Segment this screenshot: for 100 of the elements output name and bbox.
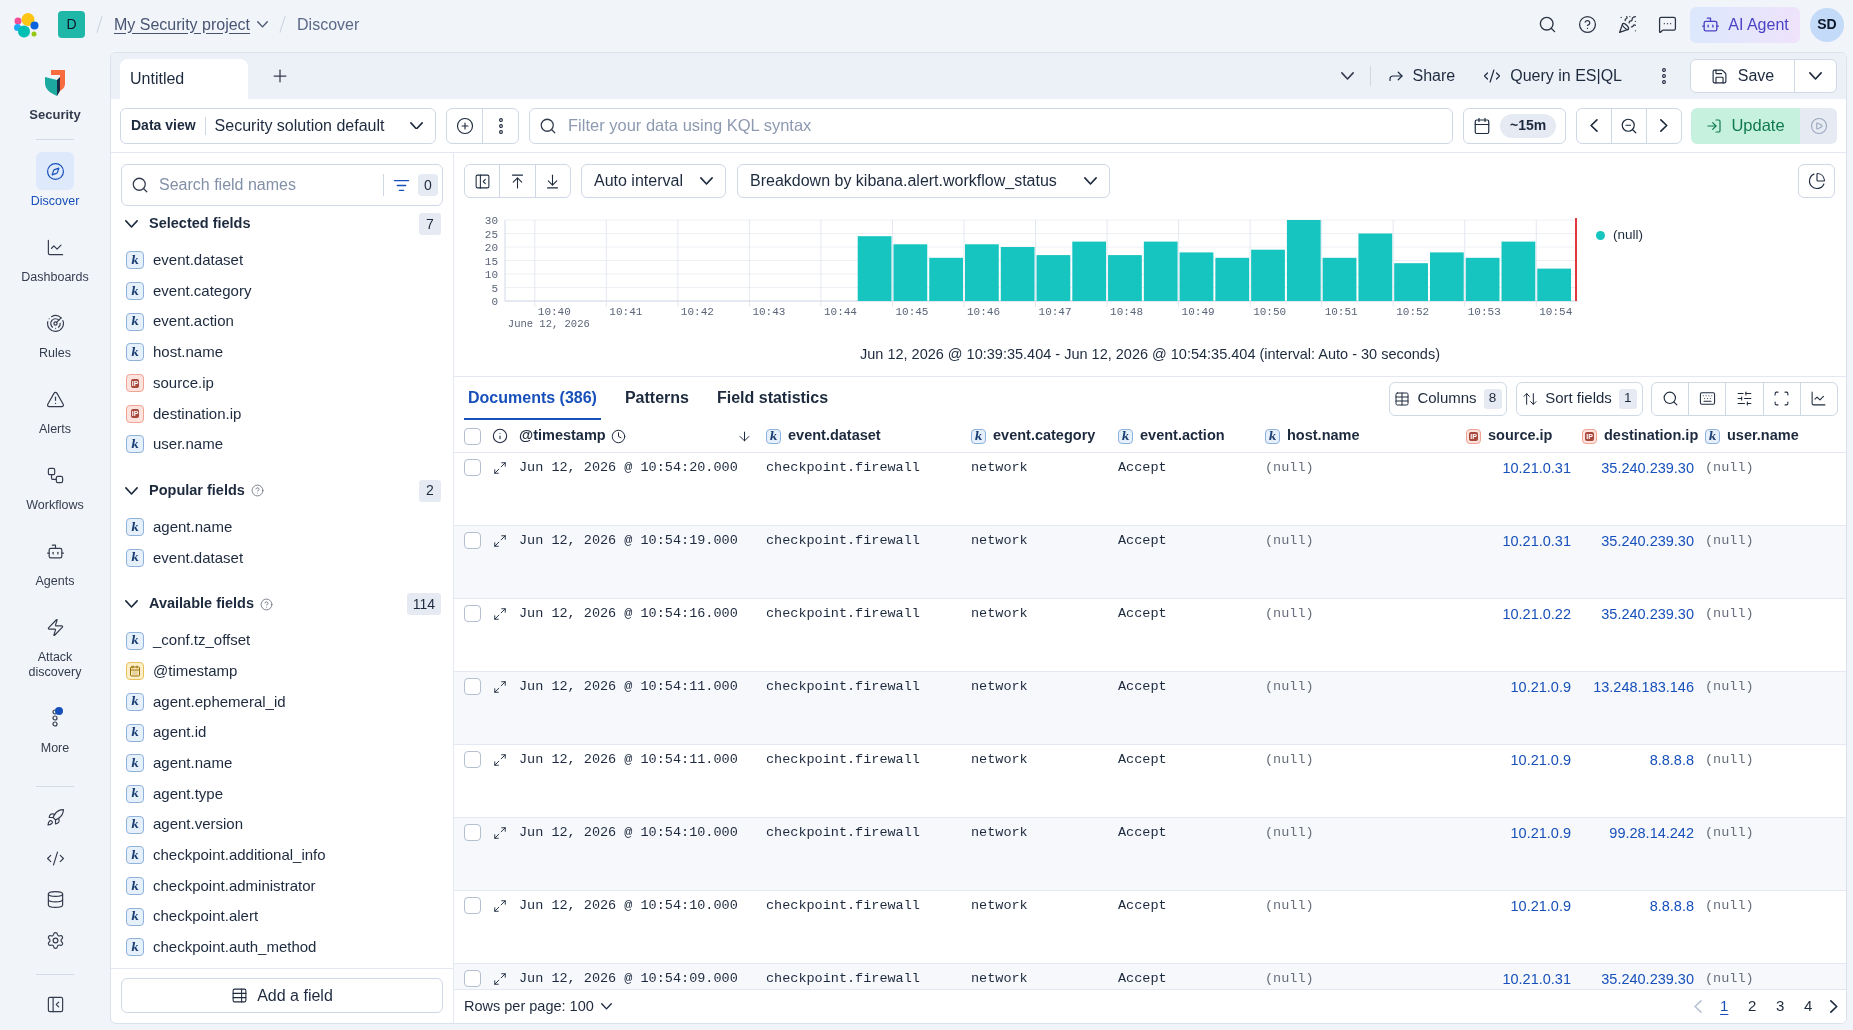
checkbox[interactable] xyxy=(464,605,481,622)
field-item[interactable]: k _conf.tz_offset xyxy=(111,625,453,656)
nav-item[interactable]: Agents xyxy=(13,532,97,589)
field-item[interactable]: k user.name xyxy=(111,429,453,460)
nav-item[interactable]: Workflows xyxy=(13,456,97,513)
collapse-panel-icon[interactable] xyxy=(45,995,65,1014)
field-item[interactable]: k checkpoint.administrator xyxy=(111,870,453,902)
nav-item[interactable]: Alerts xyxy=(13,380,97,437)
help-icon[interactable] xyxy=(1578,15,1597,34)
plus-circle-icon xyxy=(455,116,474,135)
chart-icon xyxy=(45,237,65,257)
column-header[interactable]: k event.action xyxy=(1113,425,1260,447)
add-field-button[interactable]: Add a field xyxy=(121,978,443,1013)
expand-icon[interactable] xyxy=(493,826,507,840)
user-avatar[interactable]: SD xyxy=(1810,7,1844,42)
data-view-select[interactable]: Security solution default xyxy=(214,113,423,138)
field-item[interactable]: @timestamp xyxy=(111,655,453,687)
rocket-icon[interactable] xyxy=(45,808,65,827)
column-header[interactable]: k event.dataset xyxy=(761,425,966,447)
settings-icon[interactable] xyxy=(45,931,65,950)
field-item[interactable]: k agent.type xyxy=(111,778,453,810)
chevron-right-icon[interactable] xyxy=(1830,1000,1838,1013)
field-item[interactable]: k agent.version xyxy=(111,809,453,840)
axis-tick-label: 10:53 xyxy=(1467,306,1501,318)
expand-icon[interactable] xyxy=(493,461,507,475)
update-button[interactable]: Update xyxy=(1691,107,1800,144)
expand-icon[interactable] xyxy=(493,680,507,694)
more-options-icon[interactable] xyxy=(1662,68,1666,84)
chevron-down-icon[interactable] xyxy=(1340,72,1354,80)
field-item[interactable]: k checkpoint.additional_info xyxy=(111,840,453,871)
checkbox[interactable] xyxy=(464,897,481,914)
nav-item[interactable]: Attack discovery xyxy=(13,608,97,680)
checkbox[interactable] xyxy=(464,751,481,768)
field-item[interactable]: k agent.name xyxy=(111,511,453,543)
column-header[interactable]: k event.category xyxy=(966,425,1113,447)
columns-button[interactable]: Columns 8 xyxy=(1389,381,1507,416)
field-item[interactable]: k agent.id xyxy=(111,717,453,748)
expand-icon[interactable] xyxy=(493,972,507,986)
expand-icon[interactable] xyxy=(493,607,507,621)
view-tab[interactable]: Patterns xyxy=(620,377,693,420)
time-range-button[interactable]: ~15m xyxy=(1500,113,1557,138)
page-button[interactable]: 1 xyxy=(1710,995,1739,1018)
field-group-toggle[interactable]: Selected fields xyxy=(125,213,251,235)
field-item[interactable]: k event.dataset xyxy=(111,245,453,276)
nav-item[interactable]: Dashboards xyxy=(13,228,97,285)
expand-icon[interactable] xyxy=(493,534,507,548)
share-button[interactable]: Share xyxy=(1386,64,1456,88)
checkbox[interactable] xyxy=(464,970,481,987)
expand-icon[interactable] xyxy=(493,899,507,913)
info-icon[interactable] xyxy=(492,428,508,444)
breadcrumb-link[interactable]: My Security project xyxy=(114,12,269,37)
document-tab[interactable]: Untitled xyxy=(120,59,248,99)
checkbox[interactable] xyxy=(464,678,481,695)
space-avatar[interactable]: D xyxy=(58,11,85,38)
logo-icon[interactable] xyxy=(13,11,39,38)
field-item[interactable]: k agent.name xyxy=(111,747,453,779)
table-cell-text: Accept xyxy=(1117,824,1168,842)
date-picker[interactable]: ~15m xyxy=(1463,107,1566,144)
view-tab[interactable]: Documents (386) xyxy=(464,377,601,420)
chart-options-button[interactable] xyxy=(1798,164,1835,198)
party-popper-icon[interactable] xyxy=(1618,15,1637,34)
field-item[interactable]: k event.dataset xyxy=(111,542,453,574)
chat-icon[interactable] xyxy=(1658,15,1677,34)
sort-fields-button[interactable]: Sort fields 1 xyxy=(1516,381,1643,416)
code-icon[interactable] xyxy=(45,849,65,868)
column-header[interactable]: k host.name xyxy=(1260,425,1461,447)
field-item[interactable]: k checkpoint.alert xyxy=(111,901,453,933)
ai-agent-button[interactable]: AI Agent xyxy=(1690,6,1800,43)
field-type-filter-button[interactable]: 0 xyxy=(383,174,438,196)
legend-label[interactable]: (null) xyxy=(1613,224,1643,246)
rows-per-page-button[interactable]: Rows per page: 100 xyxy=(464,995,612,1018)
checkbox[interactable] xyxy=(464,427,481,445)
interval-dropdown[interactable]: Auto interval xyxy=(581,164,726,198)
checkbox[interactable] xyxy=(464,459,481,476)
field-group-toggle[interactable]: Popular fields xyxy=(125,479,245,502)
column-header[interactable]: k user.name xyxy=(1700,425,1846,447)
field-item[interactable]: k event.category xyxy=(111,275,453,307)
column-header[interactable]: @timestamp xyxy=(514,425,761,447)
expand-icon[interactable] xyxy=(493,753,507,767)
nav-item[interactable]: Discover xyxy=(13,152,97,209)
checkbox[interactable] xyxy=(464,824,481,841)
database-icon[interactable] xyxy=(45,890,65,909)
kql-filter-input[interactable]: Filter your data using KQL syntax xyxy=(529,107,1453,144)
sort-descending-icon[interactable] xyxy=(737,428,752,444)
save-button[interactable]: Save xyxy=(1691,60,1794,92)
checkbox[interactable] xyxy=(464,532,481,549)
page-button[interactable]: 4 xyxy=(1794,995,1823,1018)
search-icon[interactable] xyxy=(1538,15,1557,34)
breakdown-dropdown[interactable]: Breakdown by kibana.alert.workflow_status xyxy=(737,164,1110,198)
field-item[interactable]: k checkpoint.auth_method xyxy=(111,932,453,963)
page-button[interactable]: 2 xyxy=(1738,995,1767,1018)
field-group-toggle[interactable]: Available fields xyxy=(125,593,255,616)
nav-item[interactable]: More xyxy=(13,699,97,756)
field-item[interactable]: k host.name xyxy=(111,337,453,368)
page-button[interactable]: 3 xyxy=(1766,995,1795,1018)
field-item[interactable]: k agent.ephemeral_id xyxy=(111,686,453,718)
view-tab[interactable]: Field statistics xyxy=(712,377,833,420)
field-item[interactable]: k event.action xyxy=(111,306,453,338)
nav-item[interactable]: Rules xyxy=(13,304,97,361)
esql-button[interactable]: Query in ES|QL xyxy=(1483,64,1622,88)
